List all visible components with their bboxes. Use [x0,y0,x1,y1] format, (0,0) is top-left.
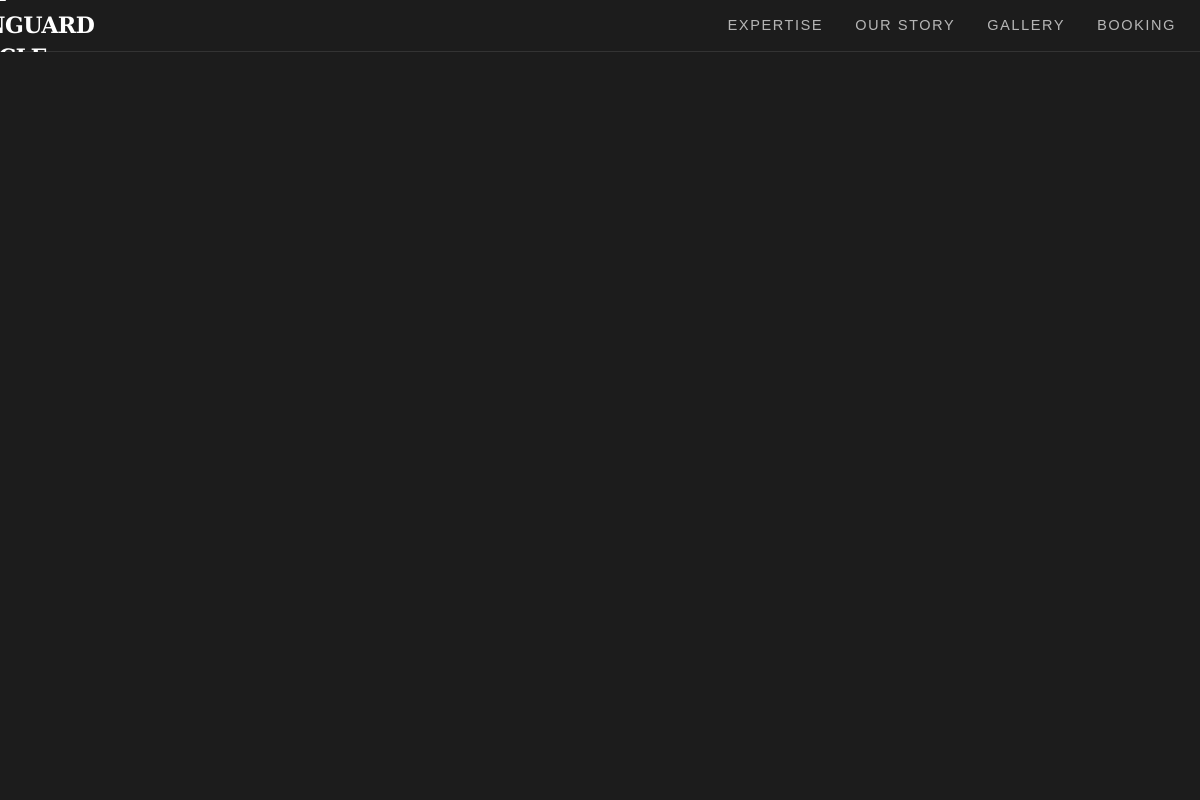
logo-line-1: THE [0,0,94,10]
nav-link-expertise[interactable]: EXPERTISE [728,18,824,34]
site-header: THE VANGUARD CIRCLE EXPERTISE OUR STORY … [0,0,1200,71]
main-nav: EXPERTISE OUR STORY GALLERY BOOKING [728,0,1176,51]
nav-link-our-story[interactable]: OUR STORY [855,18,955,34]
nav-link-gallery[interactable]: GALLERY [987,18,1065,34]
nav-link-booking[interactable]: BOOKING [1097,18,1176,34]
logo-line-2: VANGUARD [0,13,95,39]
main-content [0,52,1200,800]
